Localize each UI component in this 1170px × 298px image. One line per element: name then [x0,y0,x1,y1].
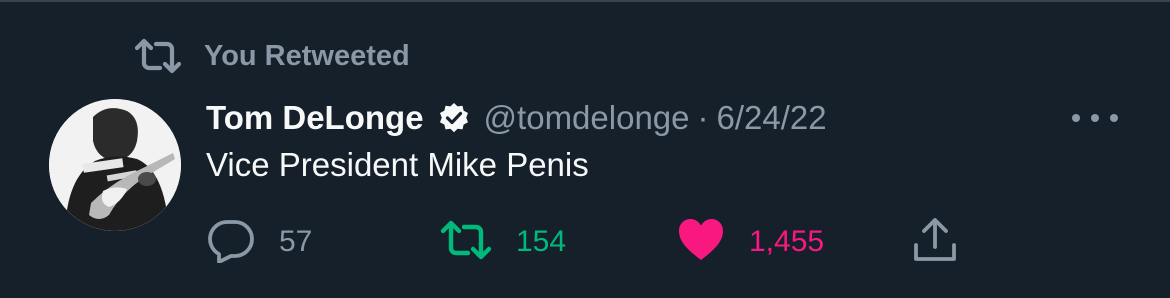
retweet-icon [440,220,492,265]
reply-button[interactable]: 57 [207,218,312,266]
user-handle[interactable]: @tomdelonge [484,99,690,137]
social-context[interactable]: You Retweeted [134,36,410,76]
more-options-icon[interactable] [1072,106,1118,130]
heart-icon [677,218,725,267]
retweet-icon [134,36,182,76]
separator-dot: · [697,99,709,136]
like-button[interactable]: 1,455 [677,218,824,266]
tweet-header: Tom DeLonge @tomdelonge · 6/24/22 [206,96,827,140]
retweet-count: 154 [516,225,567,258]
share-icon [911,217,959,268]
avatar[interactable] [49,99,181,231]
social-context-label: You Retweeted [204,39,410,72]
retweet-button[interactable]: 154 [440,218,566,266]
display-name[interactable]: Tom DeLonge [206,99,424,137]
reply-icon [207,217,255,268]
like-count: 1,455 [749,225,825,258]
divider [0,0,1170,2]
tweet-card[interactable]: You Retweeted Tom DeLonge @tomdelonge · … [0,0,1170,298]
verified-badge-icon [438,102,470,134]
reply-count: 57 [279,225,313,258]
tweet-date[interactable]: 6/24/22 [717,99,827,137]
tweet-text: Vice President Mike Penis [206,146,589,183]
share-button[interactable] [911,217,959,268]
